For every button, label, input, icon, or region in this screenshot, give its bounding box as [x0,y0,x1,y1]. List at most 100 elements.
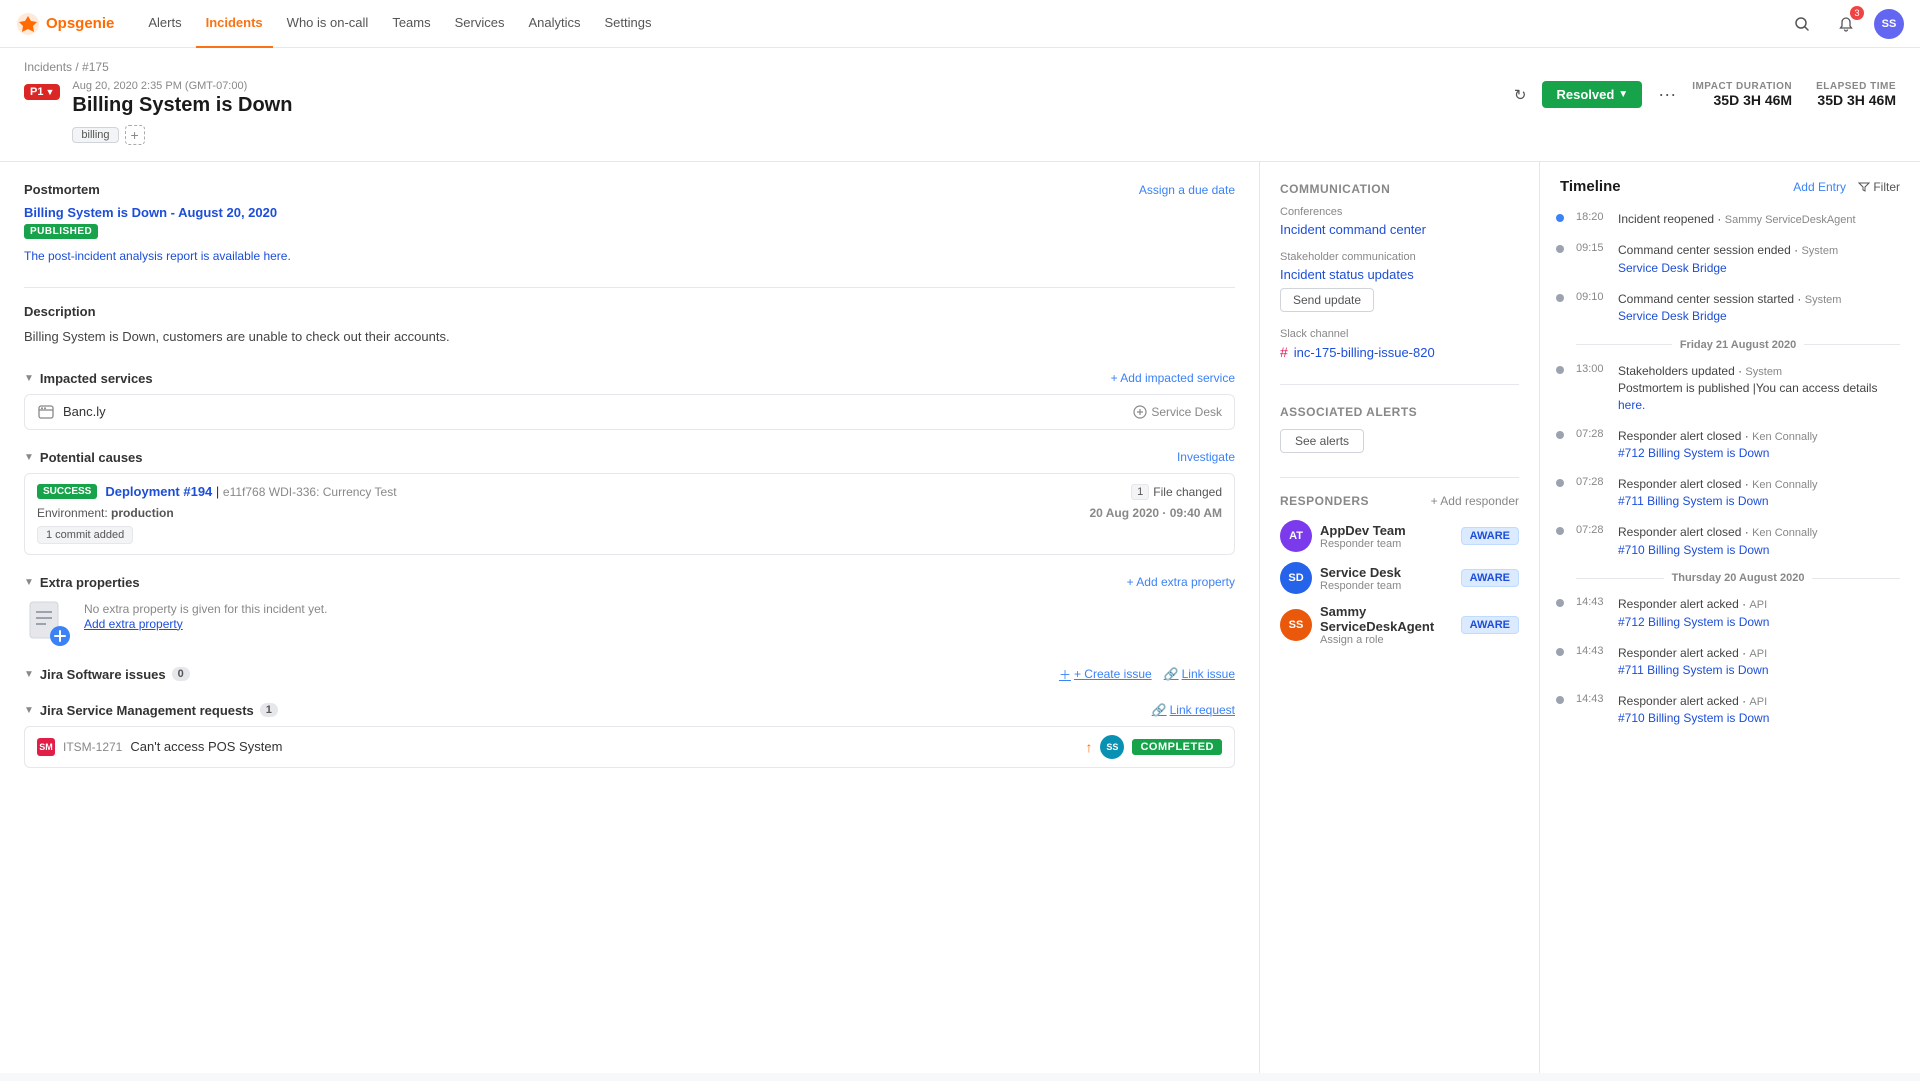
timeline-dot-10 [1556,696,1564,704]
tl-link-711-1[interactable]: #711 Billing System is Down [1618,494,1769,508]
user-avatar[interactable]: SS [1874,9,1904,39]
tl-link-711-2[interactable]: #711 Billing System is Down [1618,663,1769,677]
timeline-dot-3 [1556,294,1564,302]
tag-billing[interactable]: billing [72,127,118,143]
communication-section: COMMUNICATION Conferences Incident comma… [1280,182,1519,360]
elapsed-time-value: 35D 3H 46M [1816,92,1896,108]
add-entry-button[interactable]: Add Entry [1793,180,1846,194]
timeline-item-3: 09:10 Command center session started · S… [1576,291,1900,325]
assign-due-date-link[interactable]: Assign a due date [1139,183,1235,197]
link-issue-label: Link issue [1182,667,1235,681]
nav-incidents[interactable]: Incidents [196,0,273,48]
extra-prop-icon [24,598,72,646]
stakeholder-section: Stakeholder communication Incident statu… [1280,251,1519,328]
investigate-link[interactable]: Investigate [1177,450,1235,464]
timeline-content-4: Stakeholders updated · System Postmortem… [1618,363,1900,414]
add-extra-property-link[interactable]: Add extra property [84,617,183,631]
tl-link-here[interactable]: here. [1618,398,1645,412]
responder-servicedesk-info: SD Service Desk Responder team [1280,562,1401,594]
nav-teams[interactable]: Teams [382,0,440,48]
description-header: Description [24,304,1235,319]
filter-button[interactable]: Filter [1858,180,1900,194]
extra-prop-empty: No extra property is given for this inci… [24,598,1235,646]
slack-icon: # [1280,344,1288,360]
timeline-dot-2 [1556,245,1564,253]
deployment-link[interactable]: Deployment #194 [105,484,212,499]
resolve-button[interactable]: Resolved ▼ [1542,81,1642,108]
elapsed-time-metric: ELAPSED TIME 35D 3H 46M [1816,81,1896,108]
priority-badge[interactable]: P1 ▼ [24,84,60,100]
service-type-icon [1133,405,1147,419]
tl-link-sdb-1[interactable]: Service Desk Bridge [1618,261,1727,275]
resolve-label: Resolved [1556,87,1614,102]
file-changed-info: 1 File changed [1131,484,1222,500]
postmortem-subtext[interactable]: The post-incident analysis report is ava… [24,249,1235,263]
responder-servicedesk-status: AWARE [1461,569,1519,587]
responder-servicedesk-details: Service Desk Responder team [1320,565,1401,592]
link-issue-link[interactable]: 🔗 Link issue [1164,667,1235,681]
add-responder-button[interactable]: + Add responder [1431,494,1519,508]
timeline-content-10: Responder alert acked · API #710 Billing… [1618,693,1900,727]
send-update-button[interactable]: Send update [1280,288,1374,312]
timeline-time-9: 14:43 [1576,645,1608,679]
potential-causes-header[interactable]: ▼ Potential causes Investigate [24,450,1235,465]
incident-date: Aug 20, 2020 2:35 PM (GMT-07:00) [72,80,1498,92]
jira-issues-header[interactable]: ▼ Jira Software issues 0 ＋ + Create issu… [24,666,1235,683]
extra-properties-label: Extra properties [40,575,140,590]
slack-label: Slack channel [1280,328,1519,340]
main-layout: Postmortem Assign a due date Billing Sys… [0,162,1920,1073]
postmortem-link[interactable]: Billing System is Down - August 20, 2020 [24,205,277,220]
notification-bell[interactable]: 3 [1830,8,1862,40]
see-alerts-button[interactable]: See alerts [1280,429,1364,453]
timeline-dot-4 [1556,366,1564,374]
incident-command-center-link[interactable]: Incident command center [1280,222,1426,237]
nav-settings[interactable]: Settings [595,0,662,48]
responder-sammy: SS Sammy ServiceDeskAgent Assign a role … [1280,604,1519,646]
jira-requests-collapse-icon: ▼ [24,705,34,716]
add-tag-button[interactable]: + [125,125,145,145]
tl-link-712-1[interactable]: #712 Billing System is Down [1618,446,1769,460]
actor-9: API [1749,648,1767,660]
impact-duration-metric: IMPACT DURATION 35D 3H 46M [1692,81,1792,108]
incident-status-updates-link[interactable]: Incident status updates [1280,267,1414,282]
resolve-chevron: ▼ [1618,89,1628,100]
actor-8: API [1749,599,1767,611]
logo[interactable]: Opsgenie [16,12,114,36]
nav-services[interactable]: Services [445,0,515,48]
completed-badge: COMPLETED [1132,739,1222,755]
create-issue-plus: ＋ [1059,666,1071,683]
extra-properties-header[interactable]: ▼ Extra properties + Add extra property [24,575,1235,590]
search-icon[interactable] [1786,8,1818,40]
responders-section: RESPONDERS + Add responder AT AppDev Tea… [1280,494,1519,646]
slack-section: Slack channel # inc-175-billing-issue-82… [1280,328,1519,360]
timeline-item-5: 07:28 Responder alert closed · Ken Conna… [1576,428,1900,462]
nav-analytics[interactable]: Analytics [518,0,590,48]
cause-deploy: Deployment #194 | e11f768 WDI-336: Curre… [105,484,396,499]
elapsed-time-label: ELAPSED TIME [1816,81,1896,92]
jira-requests-header[interactable]: ▼ Jira Service Management requests 1 🔗 L… [24,703,1235,718]
create-issue-link[interactable]: ＋ + Create issue [1059,666,1152,683]
nav-who-is-on-call[interactable]: Who is on-call [277,0,379,48]
tl-link-710-1[interactable]: #710 Billing System is Down [1618,543,1769,557]
refresh-button[interactable]: ↻ [1510,82,1531,108]
priority-chevron: ▼ [45,87,54,97]
timeline-list: 18:20 Incident reopened · Sammy ServiceD… [1560,211,1900,727]
topnav-links: Alerts Incidents Who is on-call Teams Se… [138,0,1762,48]
extra-prop-content: No extra property is given for this inci… [84,598,327,631]
priority-up-icon: ↑ [1085,739,1092,755]
add-extra-property-header-link[interactable]: + Add extra property [1127,575,1235,589]
nav-alerts[interactable]: Alerts [138,0,191,48]
add-impacted-service-link[interactable]: + Add impacted service [1111,371,1235,385]
impacted-services-header[interactable]: ▼ Impacted services + Add impacted servi… [24,371,1235,386]
tl-link-712-2[interactable]: #712 Billing System is Down [1618,615,1769,629]
tl-link-sdb-2[interactable]: Service Desk Bridge [1618,309,1727,323]
more-options-button[interactable]: ··· [1654,80,1680,109]
tl-link-710-2[interactable]: #710 Billing System is Down [1618,711,1769,725]
link-request-link[interactable]: 🔗 Link request [1152,703,1235,717]
link-icon: 🔗 [1164,667,1179,681]
slack-channel-link[interactable]: inc-175-billing-issue-820 [1294,345,1435,360]
impacted-services-label: Impacted services [40,371,153,386]
responder-sammy-info: SS Sammy ServiceDeskAgent Assign a role [1280,604,1461,646]
timeline-item-8: 14:43 Responder alert acked · API #712 B… [1576,596,1900,630]
breadcrumb-incidents[interactable]: Incidents [24,60,72,74]
